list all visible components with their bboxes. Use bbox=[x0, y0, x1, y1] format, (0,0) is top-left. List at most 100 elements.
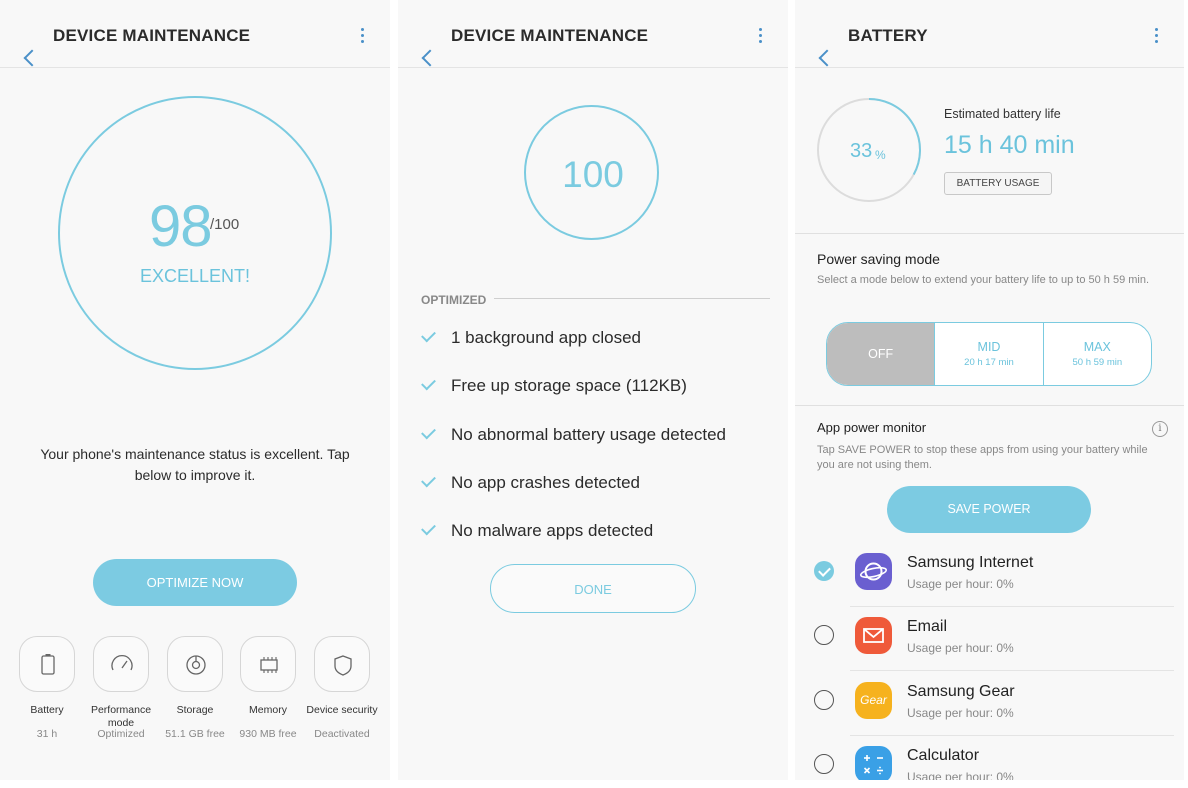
back-button[interactable] bbox=[10, 24, 41, 67]
mode-label: MID bbox=[977, 340, 1001, 354]
save-power-button[interactable]: SAVE POWER bbox=[887, 486, 1091, 533]
battery-panel: BATTERY 33 % Estimated battery life 15 h… bbox=[795, 0, 1184, 780]
mode-max-button[interactable]: MAX 50 h 59 min bbox=[1042, 323, 1151, 385]
divider bbox=[795, 233, 1184, 234]
done-button[interactable]: DONE bbox=[490, 564, 696, 613]
score-value: 100 bbox=[562, 154, 624, 195]
app-usage: Usage per hour: 0% bbox=[907, 770, 1014, 780]
page-title: DEVICE MAINTENANCE bbox=[53, 26, 251, 45]
tile-value: Deactivated bbox=[314, 728, 370, 740]
estimated-life-label: Estimated battery life bbox=[944, 107, 1061, 121]
list-item-text: Free up storage space (112KB) bbox=[451, 376, 687, 395]
disk-icon bbox=[167, 636, 223, 692]
back-arrow-icon bbox=[818, 49, 836, 67]
app-row-samsung-gear[interactable]: Gear Samsung Gear Usage per hour: 0% bbox=[795, 672, 1184, 736]
check-icon bbox=[421, 424, 436, 440]
battery-icon bbox=[19, 636, 75, 692]
back-arrow-icon bbox=[421, 49, 439, 67]
mode-off-button[interactable]: OFF bbox=[827, 323, 935, 385]
tile-label: Memory bbox=[249, 704, 287, 716]
chip-icon bbox=[240, 636, 296, 692]
gear-logo-icon: Gear bbox=[855, 682, 892, 719]
app-row-samsung-internet[interactable]: Samsung Internet Usage per hour: 0% bbox=[795, 543, 1184, 607]
app-name: Samsung Internet bbox=[907, 554, 1034, 571]
info-icon[interactable]: i bbox=[1152, 421, 1168, 437]
app-usage: Usage per hour: 0% bbox=[907, 577, 1014, 591]
percent-sign: % bbox=[875, 148, 886, 162]
tile-label: Performance mode bbox=[90, 704, 152, 729]
app-checkbox[interactable] bbox=[814, 754, 834, 774]
section-label: OPTIMIZED bbox=[421, 293, 487, 307]
tile-value: 51.1 GB free bbox=[165, 728, 225, 740]
list-item-text: No app crashes detected bbox=[451, 473, 641, 492]
back-arrow-icon bbox=[23, 49, 41, 67]
tile-performance-mode[interactable]: Performance mode Optimized bbox=[85, 636, 157, 740]
divider bbox=[494, 298, 770, 299]
app-usage: Usage per hour: 0% bbox=[907, 641, 1014, 655]
app-bar: BATTERY bbox=[795, 0, 1184, 68]
tile-battery[interactable]: Battery 31 h bbox=[11, 636, 83, 740]
tile-label: Storage bbox=[176, 704, 214, 716]
check-icon bbox=[421, 472, 436, 488]
list-item-text: No malware apps detected bbox=[451, 521, 654, 540]
tile-value: 930 MB free bbox=[239, 728, 297, 740]
back-button[interactable] bbox=[408, 24, 439, 67]
tile-storage[interactable]: Storage 51.1 GB free bbox=[159, 636, 231, 740]
power-saving-description: Select a mode below to extend your batte… bbox=[817, 274, 1150, 286]
app-checkbox[interactable] bbox=[814, 561, 834, 581]
score-value: 98 bbox=[149, 194, 213, 259]
app-name: Samsung Gear bbox=[907, 683, 1015, 700]
mode-label: MAX bbox=[1083, 340, 1111, 354]
mode-duration: 20 h 17 min bbox=[964, 357, 1014, 368]
more-options-icon[interactable] bbox=[1152, 28, 1160, 48]
list-item-text: 1 background app closed bbox=[451, 328, 641, 347]
check-icon bbox=[421, 375, 436, 391]
score-status: EXCELLENT! bbox=[139, 266, 251, 286]
device-maintenance-panel: DEVICE MAINTENANCE 98 /100 EXCELLENT! Yo… bbox=[0, 0, 390, 780]
status-message: Your phone's maintenance status is excel… bbox=[40, 446, 350, 483]
score-max: /100 bbox=[210, 216, 240, 233]
app-bar: DEVICE MAINTENANCE bbox=[398, 0, 788, 68]
tile-memory[interactable]: Memory 930 MB free bbox=[232, 636, 304, 740]
divider bbox=[795, 405, 1184, 406]
app-usage: Usage per hour: 0% bbox=[907, 706, 1014, 720]
envelope-icon bbox=[855, 617, 892, 654]
mode-duration: 50 h 59 min bbox=[1072, 357, 1123, 368]
estimated-life-value: 15 h 40 min bbox=[944, 131, 1075, 159]
battery-percent: 33 bbox=[850, 140, 873, 162]
tile-label: Battery bbox=[30, 704, 64, 716]
battery-level-arc-path bbox=[868, 98, 921, 176]
app-name: Email bbox=[907, 618, 948, 635]
tile-device-security[interactable]: Device security Deactivated bbox=[306, 636, 378, 740]
optimize-now-button[interactable]: OPTIMIZE NOW bbox=[93, 559, 297, 606]
app-power-monitor-description: Tap SAVE POWER to stop these apps from u… bbox=[817, 444, 1148, 471]
maintenance-result-panel: DEVICE MAINTENANCE 100 OPTIMIZED 1 backg… bbox=[398, 0, 788, 780]
mode-label: OFF bbox=[868, 347, 894, 361]
app-bar: DEVICE MAINTENANCE bbox=[0, 0, 390, 68]
battery-usage-button[interactable]: BATTERY USAGE bbox=[944, 172, 1052, 195]
tile-label: Device security bbox=[306, 704, 378, 716]
divider bbox=[850, 670, 1174, 671]
page-title: BATTERY bbox=[848, 26, 928, 45]
calculator-icon bbox=[855, 746, 892, 780]
mode-mid-button[interactable]: MID 20 h 17 min bbox=[934, 323, 1042, 385]
tile-value: 31 h bbox=[36, 728, 58, 740]
back-button[interactable] bbox=[805, 24, 836, 67]
planet-icon bbox=[855, 553, 892, 590]
app-row-calculator[interactable]: Calculator Usage per hour: 0% bbox=[795, 736, 1184, 780]
app-checkbox[interactable] bbox=[814, 690, 834, 710]
tile-value: Optimized bbox=[97, 728, 145, 740]
check-icon bbox=[421, 327, 436, 343]
page-title: DEVICE MAINTENANCE bbox=[451, 26, 649, 45]
app-checkbox[interactable] bbox=[814, 625, 834, 645]
power-saving-title: Power saving mode bbox=[817, 251, 940, 267]
app-name: Calculator bbox=[907, 747, 980, 764]
check-icon bbox=[421, 520, 436, 536]
shield-icon bbox=[314, 636, 370, 692]
app-power-monitor-title: App power monitor bbox=[817, 420, 927, 435]
more-options-icon[interactable] bbox=[358, 28, 366, 48]
list-item-text: No abnormal battery usage detected bbox=[451, 425, 727, 444]
speedometer-icon bbox=[93, 636, 149, 692]
more-options-icon[interactable] bbox=[756, 28, 764, 48]
app-row-email[interactable]: Email Usage per hour: 0% bbox=[795, 607, 1184, 671]
